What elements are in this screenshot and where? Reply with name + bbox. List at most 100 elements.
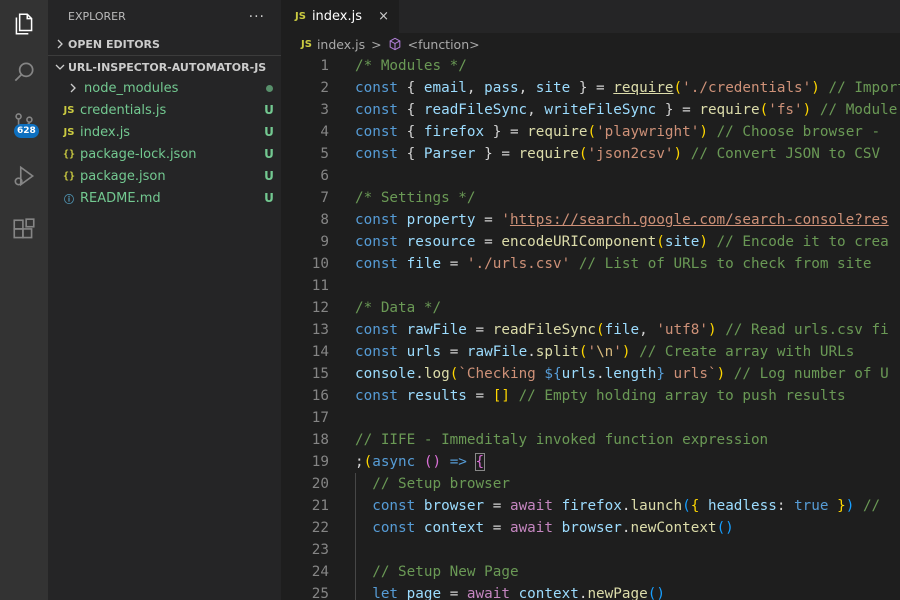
code-line[interactable]: 1 /* Modules */ bbox=[281, 55, 900, 77]
tab-index-js[interactable]: JS index.js × bbox=[281, 0, 399, 33]
editor-group: JS index.js × JS index.js > <function> 1… bbox=[281, 0, 900, 600]
code-text: const { Parser } = require('json2csv') /… bbox=[355, 146, 881, 162]
tree-item-credentials-js[interactable]: JS credentials.js U bbox=[48, 99, 281, 121]
more-actions-button[interactable]: ··· bbox=[249, 9, 265, 25]
javascript-file-icon: JS bbox=[295, 11, 306, 22]
line-number: 24 bbox=[311, 564, 329, 580]
breadcrumb-symbol[interactable]: <function> bbox=[408, 37, 480, 52]
open-editors-label: OPEN EDITORS bbox=[68, 37, 160, 51]
javascript-file-icon: JS bbox=[63, 126, 75, 138]
line-number: 13 bbox=[311, 322, 329, 338]
code-text: ;(async () => { bbox=[355, 453, 486, 471]
javascript-file-icon: JS bbox=[63, 104, 75, 116]
code-line[interactable]: 5 const { Parser } = require('json2csv') … bbox=[281, 143, 900, 165]
code-line[interactable]: 4 const { firefox } = require('playwright… bbox=[281, 121, 900, 143]
code-line[interactable]: 23 bbox=[281, 539, 900, 561]
source-control-badge: 628 bbox=[14, 124, 39, 138]
code-line[interactable]: 6 bbox=[281, 165, 900, 187]
tree-item-package-lock-json[interactable]: {} package-lock.json U bbox=[48, 143, 281, 165]
code-text: let page = await context.newPage() bbox=[372, 586, 665, 600]
tree-item-index-js[interactable]: JS index.js U bbox=[48, 121, 281, 143]
search-icon[interactable] bbox=[0, 48, 48, 96]
line-number: 4 bbox=[320, 124, 329, 140]
git-status: U bbox=[264, 103, 274, 117]
tree-item-package-json[interactable]: {} package.json U bbox=[48, 165, 281, 187]
code-text: const context = await browser.newContext… bbox=[372, 520, 734, 536]
tab-label: index.js bbox=[311, 9, 363, 24]
line-number: 9 bbox=[320, 234, 329, 250]
explorer-header: EXPLORER ··· bbox=[48, 0, 281, 33]
line-number: 8 bbox=[320, 212, 329, 228]
activity-bar: 628 bbox=[0, 0, 48, 600]
javascript-file-icon: JS bbox=[301, 38, 312, 50]
code-line[interactable]: 13 const rawFile = readFileSync(file, 'ut… bbox=[281, 319, 900, 341]
code-text: const { readFileSync, writeFileSync } = … bbox=[355, 102, 898, 118]
file-name: README.md bbox=[80, 190, 161, 206]
extensions-icon[interactable] bbox=[0, 206, 48, 254]
code-text: const file = './urls.csv' // List of URL… bbox=[355, 256, 872, 272]
code-text: console.log(`Checking ${urls.length} url… bbox=[355, 366, 889, 382]
code-text: const resource = encodeURIComponent(site… bbox=[355, 234, 889, 250]
file-name: package-lock.json bbox=[80, 146, 197, 162]
tree-item-node-modules[interactable]: node_modules bbox=[48, 77, 281, 99]
code-line[interactable]: 19 ;(async () => { bbox=[281, 451, 900, 473]
code-line[interactable]: 16 const results = [] // Empty holding ar… bbox=[281, 385, 900, 407]
symbol-cube-icon bbox=[388, 37, 402, 51]
line-number: 5 bbox=[320, 146, 329, 162]
line-number: 18 bbox=[311, 432, 329, 448]
code-line[interactable]: 12 /* Data */ bbox=[281, 297, 900, 319]
code-text: const property = 'https://search.google.… bbox=[355, 212, 889, 228]
code-line[interactable]: 3 const { readFileSync, writeFileSync } =… bbox=[281, 99, 900, 121]
line-number: 25 bbox=[311, 586, 329, 600]
line-number: 11 bbox=[311, 278, 329, 294]
code-line[interactable]: 17 bbox=[281, 407, 900, 429]
code-line[interactable]: 22 const context = await browser.newCont… bbox=[281, 517, 900, 539]
project-section[interactable]: URL-INSPECTOR-AUTOMATOR-JS bbox=[48, 56, 281, 78]
code-text: // Setup New Page bbox=[372, 564, 519, 580]
code-line[interactable]: 18 // IIFE - Immeditaly invoked function … bbox=[281, 429, 900, 451]
file-name: credentials.js bbox=[80, 102, 167, 118]
line-number: 2 bbox=[320, 80, 329, 96]
close-icon[interactable]: × bbox=[378, 9, 389, 24]
git-status: U bbox=[264, 191, 274, 205]
line-number: 21 bbox=[311, 498, 329, 514]
line-number: 15 bbox=[311, 366, 329, 382]
code-line[interactable]: 15 console.log(`Checking ${urls.length} u… bbox=[281, 363, 900, 385]
code-line[interactable]: 2 const { email, pass, site } = require('… bbox=[281, 77, 900, 99]
json-file-icon: {} bbox=[62, 148, 76, 160]
open-editors-section[interactable]: OPEN EDITORS bbox=[48, 33, 281, 55]
breadcrumb-file[interactable]: index.js bbox=[317, 37, 365, 52]
run-debug-icon[interactable] bbox=[0, 152, 48, 200]
file-name: package.json bbox=[80, 168, 166, 184]
code-line[interactable]: 20 // Setup browser bbox=[281, 473, 900, 495]
indent-guide bbox=[355, 473, 356, 600]
code-line[interactable]: 8 const property = 'https://search.google… bbox=[281, 209, 900, 231]
line-number: 17 bbox=[311, 410, 329, 426]
line-number: 20 bbox=[311, 476, 329, 492]
code-text: const urls = rawFile.split('\n') // Crea… bbox=[355, 344, 855, 360]
code-editor[interactable]: 1 /* Modules */ 2 const { email, pass, site… bbox=[281, 55, 900, 600]
code-line[interactable]: 25 let page = await context.newPage() bbox=[281, 583, 900, 600]
code-text: const results = [] // Empty holding arra… bbox=[355, 388, 846, 404]
code-text: /* Modules */ bbox=[355, 58, 467, 74]
code-line[interactable]: 10 const file = './urls.csv' // List of U… bbox=[281, 253, 900, 275]
code-line[interactable]: 14 const urls = rawFile.split('\n') // Cr… bbox=[281, 341, 900, 363]
code-line[interactable]: 21 const browser = await firefox.launch(… bbox=[281, 495, 900, 517]
explorer-title: EXPLORER bbox=[68, 10, 126, 23]
info-icon: ⓘ bbox=[64, 194, 74, 206]
code-text: const browser = await firefox.launch({ h… bbox=[372, 498, 881, 514]
code-line[interactable]: 9 const resource = encodeURIComponent(sit… bbox=[281, 231, 900, 253]
code-line[interactable]: 24 // Setup New Page bbox=[281, 561, 900, 583]
chevron-right-icon bbox=[52, 39, 68, 49]
code-text: // Setup browser bbox=[372, 476, 510, 492]
tree-item-readme-md[interactable]: ⓘ README.md U bbox=[48, 187, 281, 209]
code-text: /* Settings */ bbox=[355, 190, 476, 206]
code-line[interactable]: 11 bbox=[281, 275, 900, 297]
line-number: 6 bbox=[320, 168, 329, 184]
line-number: 22 bbox=[311, 520, 329, 536]
code-text: // IIFE - Immeditaly invoked function ex… bbox=[355, 432, 769, 448]
line-number: 10 bbox=[311, 256, 329, 272]
code-text: const { firefox } = require('playwright'… bbox=[355, 124, 889, 140]
files-icon[interactable] bbox=[0, 0, 48, 48]
code-line[interactable]: 7 /* Settings */ bbox=[281, 187, 900, 209]
